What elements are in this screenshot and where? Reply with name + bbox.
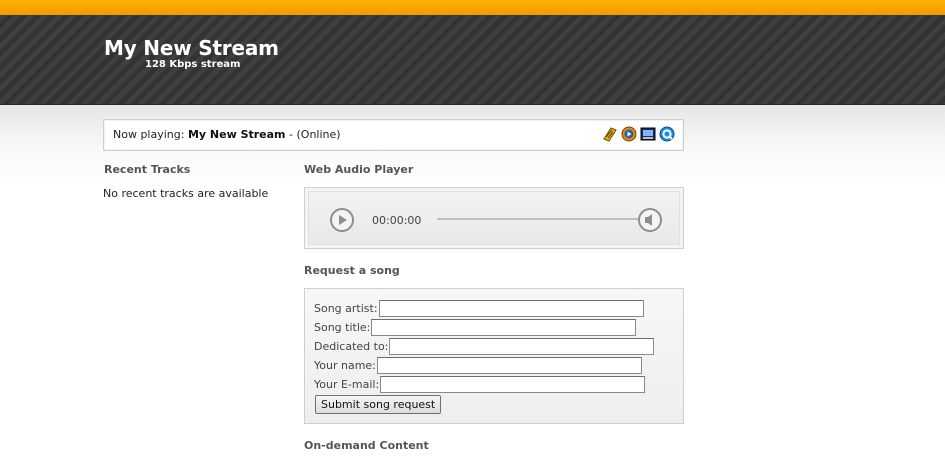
- submit-song-request-button[interactable]: Submit song request: [315, 395, 442, 414]
- recent-tracks-heading: Recent Tracks: [104, 163, 191, 176]
- player-links: [602, 126, 675, 144]
- volume-icon[interactable]: [637, 207, 663, 233]
- song-artist-input[interactable]: [378, 300, 644, 317]
- page: My New Stream 128 Kbps stream Now playin…: [0, 0, 945, 462]
- realplayer-icon[interactable]: [640, 126, 656, 142]
- winamp-icon[interactable]: [602, 126, 618, 142]
- station-title: My New Stream: [104, 36, 279, 60]
- your-email-input[interactable]: [380, 376, 646, 393]
- your-email-row: Your E-mail:: [314, 375, 646, 394]
- song-artist-row: Song artist:: [314, 299, 644, 318]
- your-name-row: Your name:: [314, 356, 642, 375]
- dedicated-to-row: Dedicated to:: [314, 337, 655, 356]
- dedicated-to-input[interactable]: [389, 338, 655, 355]
- dedicated-to-label: Dedicated to:: [314, 340, 389, 353]
- song-title-row: Song title:: [314, 318, 637, 337]
- your-email-label: Your E-mail:: [314, 378, 380, 391]
- player-controls: 00:00:00: [308, 191, 680, 245]
- now-playing-prefix: Now playing:: [113, 128, 185, 141]
- top-accent-stripe: [0, 0, 945, 15]
- song-artist-label: Song artist:: [314, 302, 378, 315]
- seek-bar[interactable]: [437, 218, 639, 220]
- playback-time: 00:00:00: [372, 214, 422, 227]
- web-audio-player-heading: Web Audio Player: [304, 163, 414, 176]
- your-name-label: Your name:: [314, 359, 376, 372]
- now-playing-text: Now playing: My New Stream - (Online): [113, 128, 341, 141]
- page-header: My New Stream 128 Kbps stream: [0, 15, 945, 105]
- now-playing-bar: Now playing: My New Stream - (Online): [103, 119, 684, 151]
- quicktime-icon[interactable]: [659, 126, 675, 142]
- your-name-input[interactable]: [376, 357, 642, 374]
- request-song-heading: Request a song: [304, 264, 400, 277]
- now-playing-status: - (Online): [289, 128, 341, 141]
- song-title-label: Song title:: [314, 321, 371, 334]
- play-icon[interactable]: [329, 207, 355, 233]
- web-audio-player: 00:00:00: [304, 187, 684, 249]
- station-subtitle: 128 Kbps stream: [145, 59, 241, 70]
- song-request-form: Song artist: Song title: Dedicated to: Y…: [304, 288, 684, 424]
- recent-tracks-empty-message: No recent tracks are available: [103, 187, 269, 200]
- windows-media-player-icon[interactable]: [621, 126, 637, 142]
- on-demand-content-heading: On-demand Content: [304, 439, 429, 452]
- song-title-input[interactable]: [371, 319, 637, 336]
- now-playing-stream-name: My New Stream: [187, 128, 286, 141]
